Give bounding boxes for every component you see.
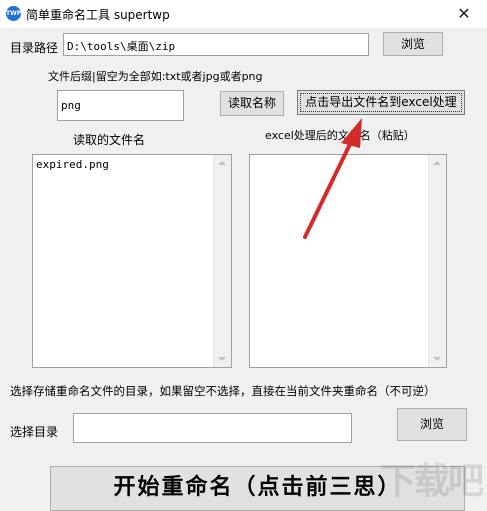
- arrow-head-icon: [341, 118, 362, 148]
- arrow-shaft: [303, 138, 354, 239]
- annotation-arrow: [303, 118, 362, 239]
- watermark: 下载吧: [380, 461, 484, 502]
